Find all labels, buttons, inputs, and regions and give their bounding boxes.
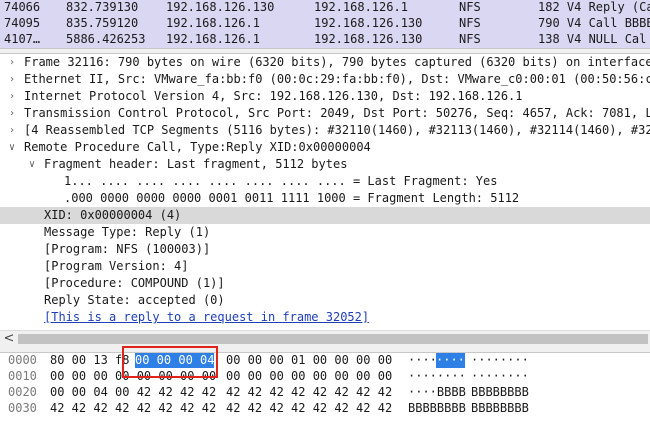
expand-arrow-icon[interactable]: › <box>6 71 18 88</box>
packet-number: 74095 <box>4 16 41 30</box>
packet-row[interactable]: 4107… 5886.426253 192.168.126.1 192.168.… <box>0 31 650 47</box>
tree-item-message-type[interactable]: Message Type: Reply (1) <box>0 224 650 241</box>
scroll-left-icon[interactable]: < <box>3 331 15 347</box>
horizontal-scrollbar[interactable]: < <box>0 330 650 347</box>
tree-item-program[interactable]: [Program: NFS (100003)] <box>0 241 650 258</box>
byte-row: 0010 00 00 00 00 00 00 00 00 00 00 00 00… <box>0 369 650 384</box>
tree-item-tcp[interactable]: › Transmission Control Protocol, Src Por… <box>0 105 650 122</box>
tree-item-fragment-header[interactable]: ∨ Fragment header: Last fragment, 5112 b… <box>0 156 650 173</box>
packet-protocol: NFS <box>459 32 481 46</box>
tree-item-label: Remote Procedure Call, Type:Reply XID:0x… <box>24 140 371 154</box>
ascii-bytes[interactable]: BBBBBBBB <box>408 401 466 416</box>
annotation-highlight-box <box>122 346 218 378</box>
tree-item-label: Internet Protocol Version 4, Src: 192.16… <box>24 89 523 103</box>
tree-item-reply-state[interactable]: Reply State: accepted (0) <box>0 292 650 309</box>
packet-number: 74066 <box>4 0 41 14</box>
tree-item-label: Transmission Control Protocol, Src Port:… <box>24 106 650 120</box>
hex-bytes[interactable]: 00 00 00 00 00 00 00 00 <box>226 369 392 384</box>
packet-details-tree[interactable]: › Frame 32116: 790 bytes on wire (6320 b… <box>0 54 650 330</box>
tree-item-xid[interactable]: XID: 0x00000004 (4) <box>0 207 650 224</box>
request-frame-link[interactable]: [This is a reply to a request in frame 3… <box>44 309 369 326</box>
packet-protocol: NFS <box>459 0 481 14</box>
packet-destination: 192.168.126.130 <box>314 16 423 30</box>
hex-bytes[interactable]: 42 42 42 42 42 42 42 42 <box>226 401 392 416</box>
tree-item-label: [Program Version: 4] <box>44 259 189 273</box>
tree-item-label: Ethernet II, Src: VMware_fa:bb:f0 (00:0c… <box>24 72 650 86</box>
packet-source: 192.168.126.130 <box>166 0 275 14</box>
hex-bytes[interactable]: 00 00 00 01 00 00 00 00 <box>226 353 392 368</box>
packet-row[interactable]: 74095 835.759120 192.168.126.1 192.168.1… <box>0 15 650 31</box>
hex-bytes[interactable]: 42 42 42 42 42 42 42 42 <box>226 385 392 400</box>
packet-destination: 192.168.126.130 <box>314 32 423 46</box>
ascii-bytes[interactable]: ········ <box>471 369 529 384</box>
ascii-bytes[interactable]: ········ <box>471 353 529 368</box>
collapse-arrow-icon[interactable]: ∨ <box>6 139 18 156</box>
ascii-bytes-selected[interactable]: ···· <box>436 353 465 368</box>
byte-row: 0030 42 42 42 42 42 42 42 42 42 42 42 42… <box>0 401 650 416</box>
tree-item-rpc[interactable]: ∨ Remote Procedure Call, Type:Reply XID:… <box>0 139 650 156</box>
packet-time: 5886.426253 <box>66 32 146 46</box>
packet-list[interactable]: 74066 832.739130 192.168.126.130 192.168… <box>0 0 650 48</box>
byte-offset: 0010 <box>8 369 37 383</box>
ascii-bytes[interactable]: ····BBBB <box>408 385 466 400</box>
byte-offset: 0030 <box>8 401 37 415</box>
packet-info: 790 V4 Call BBBB <box>538 16 650 30</box>
tree-item-label: Message Type: Reply (1) <box>44 225 211 239</box>
hex-bytes[interactable]: 42 42 42 42 42 42 42 42 <box>50 401 216 416</box>
ascii-bytes[interactable]: ········ <box>408 369 466 384</box>
expand-arrow-icon[interactable]: › <box>6 122 18 139</box>
byte-offset: 0020 <box>8 385 37 399</box>
tree-item-ipv4[interactable]: › Internet Protocol Version 4, Src: 192.… <box>0 88 650 105</box>
scrollbar-thumb[interactable] <box>18 334 648 344</box>
collapse-arrow-icon[interactable]: ∨ <box>26 156 38 173</box>
packet-destination: 192.168.126.1 <box>314 0 408 14</box>
tree-item-program-version[interactable]: [Program Version: 4] <box>0 258 650 275</box>
packet-row[interactable]: 74066 832.739130 192.168.126.130 192.168… <box>0 0 650 15</box>
ascii-bytes[interactable]: ···· <box>408 353 437 368</box>
ascii-bytes[interactable]: BBBBBBBB <box>471 401 529 416</box>
expand-arrow-icon[interactable]: › <box>6 54 18 71</box>
tree-item-label: Reply State: accepted (0) <box>44 293 225 307</box>
tree-item-last-fragment[interactable]: 1... .... .... .... .... .... .... .... … <box>0 173 650 190</box>
tree-item-request-link[interactable]: [This is a reply to a request in frame 3… <box>0 309 650 326</box>
packet-bytes-pane[interactable]: 0000 80 00 13 f8 00 00 00 04 00 00 00 01… <box>0 353 650 422</box>
packet-time: 832.739130 <box>66 0 139 14</box>
tree-item-reassembled[interactable]: › [4 Reassembled TCP Segments (5116 byte… <box>0 122 650 139</box>
tree-item-label: Fragment header: Last fragment, 5112 byt… <box>44 157 348 171</box>
byte-row: 0020 00 00 04 00 42 42 42 42 42 42 42 42… <box>0 385 650 400</box>
tree-item-label: 1... .... .... .... .... .... .... .... … <box>64 174 498 188</box>
tree-item-label: Frame 32116: 790 bytes on wire (6320 bit… <box>24 55 650 69</box>
tree-item-label: .000 0000 0000 0000 0001 0011 1111 1000 … <box>64 191 520 205</box>
packet-number: 4107… <box>4 32 41 46</box>
byte-row: 0000 80 00 13 f8 00 00 00 04 00 00 00 01… <box>0 353 650 368</box>
tree-item-fragment-length[interactable]: .000 0000 0000 0000 0001 0011 1111 1000 … <box>0 190 650 207</box>
hex-bytes[interactable]: 80 00 13 f8 <box>50 353 129 368</box>
ascii-bytes[interactable]: BBBBBBBB <box>471 385 529 400</box>
tree-item-label: [4 Reassembled TCP Segments (5116 bytes)… <box>24 123 650 137</box>
tree-item-procedure[interactable]: [Procedure: COMPOUND (1)] <box>0 275 650 292</box>
packet-source: 192.168.126.1 <box>166 32 260 46</box>
packet-info: 138 V4 NULL Cal <box>538 32 647 46</box>
expand-arrow-icon[interactable]: › <box>6 105 18 122</box>
byte-offset: 0000 <box>8 353 37 367</box>
packet-protocol: NFS <box>459 16 481 30</box>
packet-time: 835.759120 <box>66 16 139 30</box>
tree-item-ethernet[interactable]: › Ethernet II, Src: VMware_fa:bb:f0 (00:… <box>0 71 650 88</box>
hex-bytes[interactable]: 00 00 04 00 42 42 42 42 <box>50 385 216 400</box>
tree-item-label: XID: 0x00000004 (4) <box>44 208 182 222</box>
expand-arrow-icon[interactable]: › <box>6 88 18 105</box>
packet-info: 182 V4 Reply (Ca <box>538 0 650 14</box>
tree-item-frame[interactable]: › Frame 32116: 790 bytes on wire (6320 b… <box>0 54 650 71</box>
packet-source: 192.168.126.1 <box>166 16 260 30</box>
tree-item-label: [Procedure: COMPOUND (1)] <box>44 276 225 290</box>
tree-item-label: [Program: NFS (100003)] <box>44 242 211 256</box>
